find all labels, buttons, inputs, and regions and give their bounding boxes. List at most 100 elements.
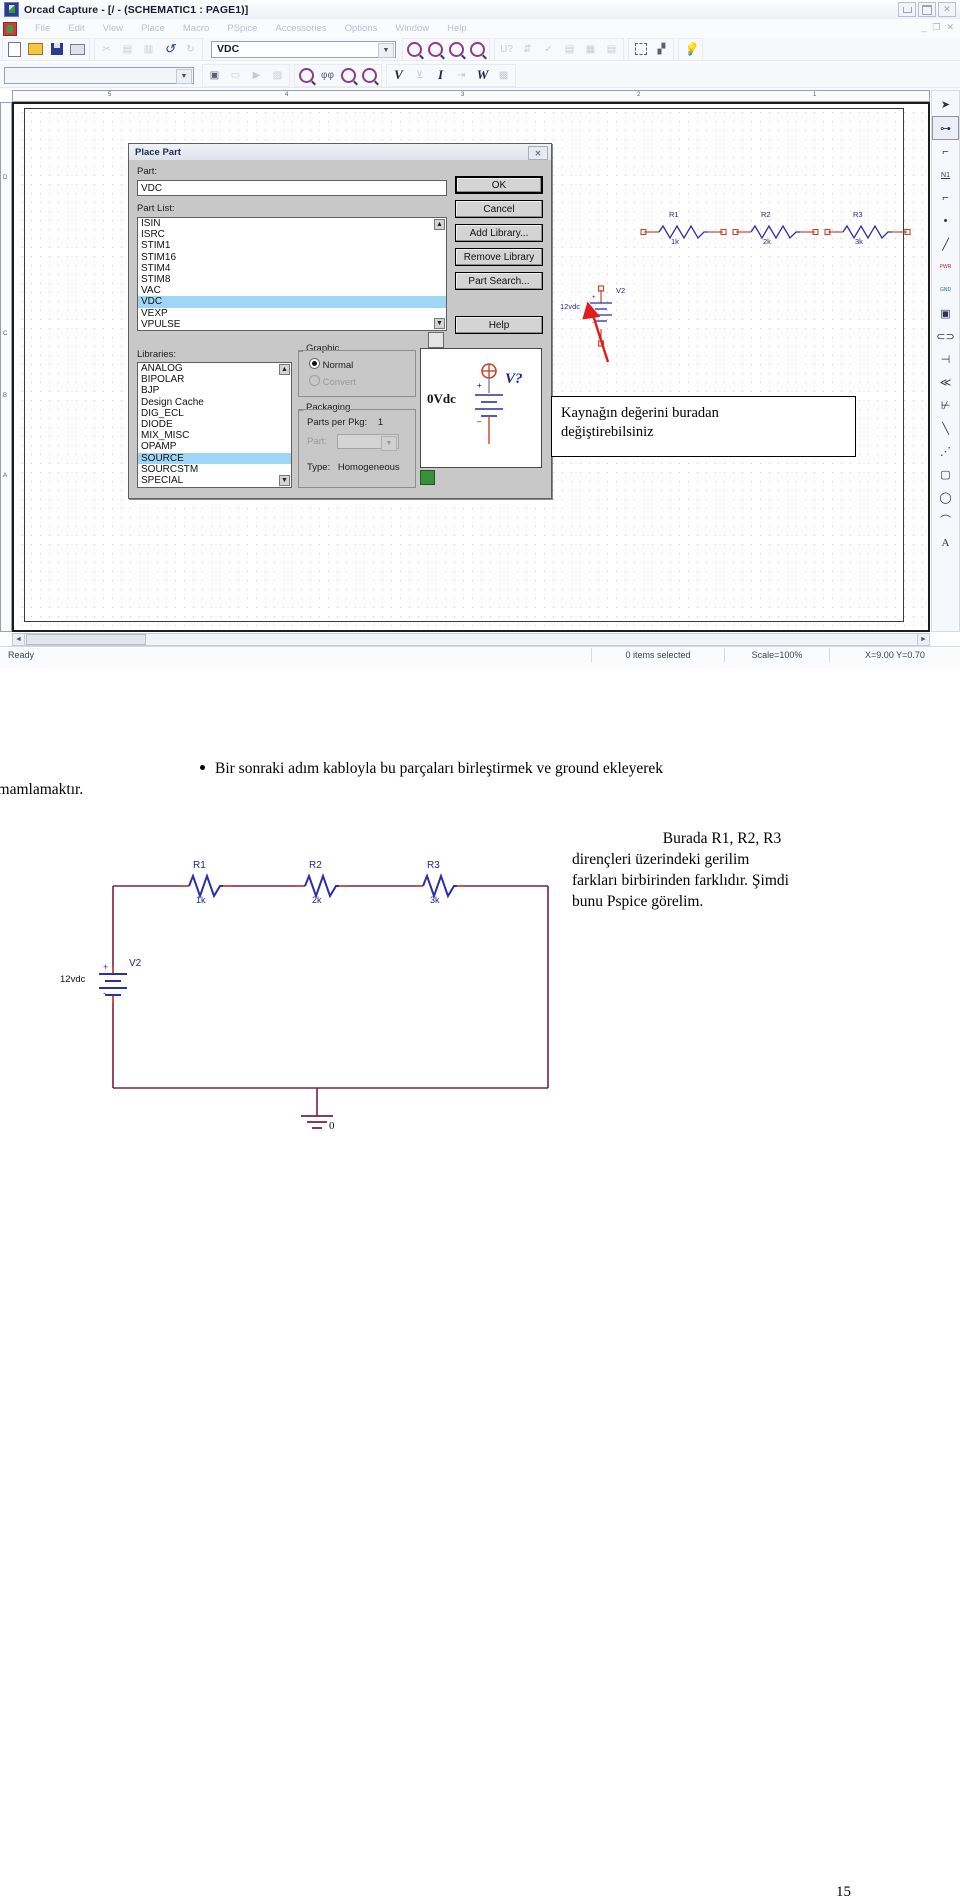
add-library-button[interactable]: Add Library... — [455, 224, 543, 242]
place-hierarchical-block-icon[interactable]: ▣ — [933, 302, 958, 324]
zoom-area-icon[interactable] — [447, 40, 466, 59]
mdi-minimize-button[interactable]: _ — [921, 22, 926, 33]
place-off-page-connector-icon[interactable]: ≪ — [933, 371, 958, 393]
dialog-close-button[interactable]: ✕ — [528, 146, 548, 160]
place-rectangle-icon[interactable]: ▢ — [933, 463, 958, 485]
save-icon[interactable] — [47, 40, 66, 59]
list-item[interactable]: BJP — [138, 385, 291, 396]
annotate-icon[interactable]: U? — [497, 40, 516, 59]
list-item[interactable]: STIM4 — [138, 263, 446, 274]
cut-icon[interactable]: ✂ — [97, 40, 116, 59]
part-name-combo[interactable]: VDC ▼ — [211, 40, 396, 58]
menu-pspice[interactable]: PSpice — [218, 23, 266, 34]
list-item-selected[interactable]: VDC — [138, 296, 446, 308]
place-ground-icon[interactable]: GND — [933, 279, 958, 301]
list-item[interactable]: MIX_MISC — [138, 430, 291, 441]
enable-noise-icon[interactable]: ▩ — [494, 66, 513, 85]
menu-options[interactable]: Options — [336, 23, 387, 34]
place-junction-icon[interactable]: • — [933, 210, 958, 232]
menu-accessories[interactable]: Accessories — [266, 23, 335, 34]
properties-icon[interactable]: ▞ — [652, 40, 671, 59]
place-bus-entry-icon[interactable]: ╱ — [933, 233, 958, 255]
list-item[interactable]: ISIN — [138, 218, 446, 229]
drc-icon[interactable]: ⇵ — [518, 40, 537, 59]
list-item-selected[interactable]: SOURCE — [138, 452, 291, 464]
edit-simulation-icon[interactable]: ▭ — [226, 66, 245, 85]
canvas-horizontal-scrollbar[interactable]: ◄ ► — [12, 633, 930, 646]
list-item[interactable]: STIM16 — [138, 252, 446, 263]
power-marker-icon[interactable] — [360, 66, 379, 85]
list-item[interactable]: STIM8 — [138, 274, 446, 285]
select-arrow-icon[interactable]: ➤ — [933, 93, 958, 115]
part-list-checkbox[interactable] — [428, 332, 444, 348]
copy-icon[interactable]: ▤ — [118, 40, 137, 59]
packaging-part-combo[interactable]: ▼ — [337, 434, 399, 451]
help-button[interactable]: Help — [455, 316, 543, 334]
graphic-option-convert[interactable]: Convert — [309, 375, 356, 388]
paste-icon[interactable]: ▥ — [139, 40, 158, 59]
radio-convert-icon[interactable] — [309, 375, 320, 386]
scroll-right-button[interactable]: ► — [917, 633, 930, 646]
place-arc-icon[interactable]: ⌒ — [933, 509, 958, 531]
menu-window[interactable]: Window — [386, 23, 438, 34]
list-item[interactable]: ANALOG — [138, 363, 291, 374]
libraries-scroll-down[interactable]: ▼ — [279, 475, 290, 486]
list-item[interactable]: DIODE — [138, 419, 291, 430]
part-list-scroll-up[interactable]: ▲ — [434, 219, 445, 230]
place-wire-icon[interactable]: ⌐ — [933, 141, 958, 163]
crossref-icon[interactable]: ▦ — [581, 40, 600, 59]
part-list-scroll-down[interactable]: ▼ — [434, 318, 445, 329]
simulation-profile-combo[interactable]: ▼ — [4, 66, 194, 84]
place-power-icon[interactable]: PWR — [933, 256, 958, 278]
maximize-button[interactable] — [918, 2, 936, 17]
menu-file[interactable]: File — [26, 23, 59, 34]
enable-voltage-icon[interactable]: V — [389, 66, 408, 85]
list-item[interactable]: VEXP — [138, 308, 446, 319]
list-item[interactable]: SPECIAL — [138, 475, 291, 486]
print-icon[interactable] — [68, 40, 87, 59]
part-input[interactable]: VDC — [137, 180, 447, 196]
scroll-left-button[interactable]: ◄ — [12, 633, 25, 646]
differential-marker-icon[interactable]: φφ — [318, 66, 337, 85]
place-part-icon[interactable]: ⊶ — [932, 116, 959, 140]
chevron-down-icon[interactable]: ▼ — [381, 436, 397, 451]
redo-icon[interactable]: ↻ — [181, 40, 200, 59]
libraries-scroll-up[interactable]: ▲ — [279, 364, 290, 375]
list-item[interactable]: ISRC — [138, 229, 446, 240]
horizontal-scroll-thumb[interactable] — [26, 634, 146, 645]
voltage-marker-icon[interactable] — [297, 66, 316, 85]
chevron-down-icon[interactable]: ▼ — [378, 42, 394, 58]
place-ellipse-icon[interactable]: ◯ — [933, 486, 958, 508]
zoom-out-icon[interactable] — [426, 40, 445, 59]
part-list-box[interactable]: ISIN ISRC STIM1 STIM16 STIM4 STIM8 VAC V… — [137, 217, 447, 331]
undo-icon[interactable]: ↺ — [160, 40, 179, 59]
open-icon[interactable] — [26, 40, 45, 59]
zoom-in-icon[interactable] — [405, 40, 424, 59]
part-search-button[interactable]: Part Search... — [455, 272, 543, 290]
view-results-icon[interactable]: ▨ — [268, 66, 287, 85]
close-button[interactable]: ✕ — [938, 2, 956, 17]
select-icon[interactable] — [631, 40, 650, 59]
list-item[interactable]: BIPOLAR — [138, 374, 291, 385]
list-item[interactable]: OPAMP — [138, 441, 291, 452]
netlist-icon[interactable]: ✓ — [539, 40, 558, 59]
zoom-fit-icon[interactable] — [468, 40, 487, 59]
place-pin-icon[interactable]: ⊣ — [933, 348, 958, 370]
cancel-button[interactable]: Cancel — [455, 200, 543, 218]
current-marker-icon[interactable] — [339, 66, 358, 85]
help-icon[interactable]: 💡 — [681, 40, 700, 59]
place-no-connect-icon[interactable]: ⊬ — [933, 394, 958, 416]
list-item[interactable]: SOURCSTM — [138, 464, 291, 475]
enable-dissipation-icon[interactable]: ⇥ — [452, 66, 471, 85]
chevron-down-icon[interactable]: ▼ — [176, 68, 192, 84]
menu-help[interactable]: Help — [438, 23, 476, 34]
enable-bias-icon[interactable]: ⊻ — [410, 66, 429, 85]
list-item[interactable]: DIG_ECL — [138, 408, 291, 419]
enable-power-icon[interactable]: W — [473, 66, 492, 85]
menu-place[interactable]: Place — [132, 23, 174, 34]
place-bus-icon[interactable]: ⌐ — [933, 187, 958, 209]
place-polyline-icon[interactable]: ⋰ — [933, 440, 958, 462]
list-item[interactable]: STIM1 — [138, 240, 446, 251]
ok-button[interactable]: OK — [455, 176, 543, 194]
new-icon[interactable] — [5, 40, 24, 59]
